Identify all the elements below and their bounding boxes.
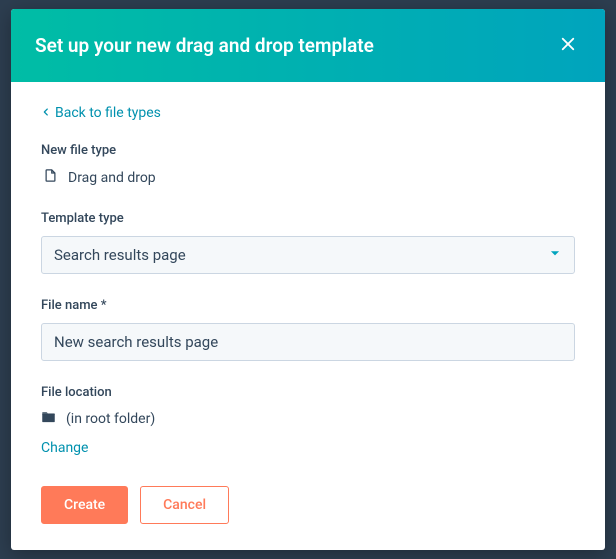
file-name-input[interactable] (41, 323, 575, 361)
file-name-group: File name * (41, 298, 575, 361)
back-link[interactable]: Back to file types (41, 105, 161, 121)
file-icon (43, 168, 58, 187)
template-type-selected: Search results page (54, 246, 186, 264)
close-button[interactable] (555, 31, 581, 60)
modal-header: Set up your new drag and drop template (11, 9, 605, 82)
modal-footer: Create Cancel (11, 468, 605, 550)
close-icon (559, 35, 577, 56)
file-location-group: File location (in root folder) Change (41, 385, 575, 456)
change-location-link[interactable]: Change (41, 440, 88, 456)
file-location-row: (in root folder) (41, 410, 575, 427)
file-type-value-row: Drag and drop (41, 168, 575, 187)
file-name-label: File name * (41, 298, 575, 313)
caret-down-icon (548, 246, 562, 264)
modal-title: Set up your new drag and drop template (35, 34, 374, 57)
cancel-button[interactable]: Cancel (140, 486, 229, 524)
template-setup-modal: Set up your new drag and drop template B… (11, 9, 605, 550)
modal-body: Back to file types New file type Drag an… (11, 82, 605, 468)
file-location-label: File location (41, 385, 575, 400)
template-type-select[interactable]: Search results page (41, 236, 575, 274)
template-type-group: Template type Search results page (41, 211, 575, 274)
file-type-label: New file type (41, 143, 575, 158)
file-type-group: New file type Drag and drop (41, 143, 575, 187)
file-type-value: Drag and drop (68, 170, 156, 186)
folder-icon (41, 410, 56, 427)
template-type-label: Template type (41, 211, 575, 226)
file-location-value: (in root folder) (66, 411, 155, 427)
back-link-label: Back to file types (55, 105, 161, 121)
chevron-left-icon (41, 105, 51, 121)
create-button[interactable]: Create (41, 486, 128, 524)
